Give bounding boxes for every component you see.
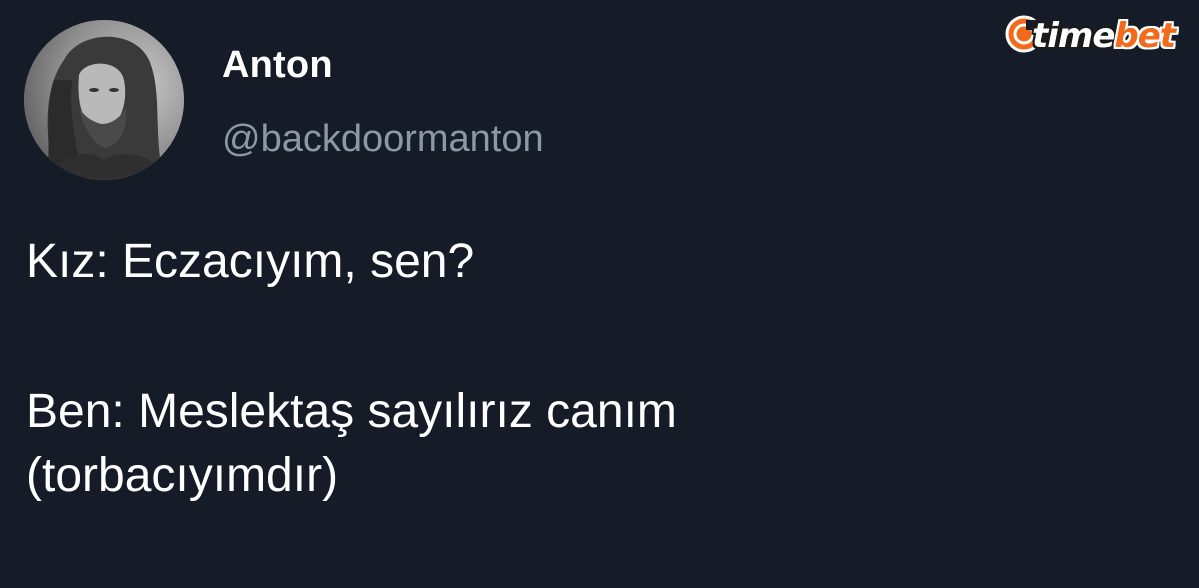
profile-photo-icon (24, 20, 184, 180)
avatar[interactable] (24, 20, 184, 180)
author-display-name[interactable]: Anton (222, 44, 333, 87)
watermark-word-time: time (1032, 16, 1115, 56)
tweet-card: Anton @backdoormanton Kız: Eczacıyım, se… (0, 0, 1199, 588)
tweet-line: Ben: Meslektaş sayılırız canım (26, 385, 677, 438)
watermark-text: timebet (1032, 16, 1176, 56)
watermark-word-bet: bet (1114, 16, 1176, 56)
author-handle[interactable]: @backdoormanton (222, 118, 544, 161)
tweet-line: Kız: Eczacıyım, sen? (26, 235, 475, 288)
tweet-line: (torbacıyımdır) (26, 449, 339, 502)
tweet-text: Kız: Eczacıyım, sen? Ben: Meslektaş sayı… (26, 230, 1126, 508)
timebet-watermark: timebet (1004, 10, 1192, 60)
